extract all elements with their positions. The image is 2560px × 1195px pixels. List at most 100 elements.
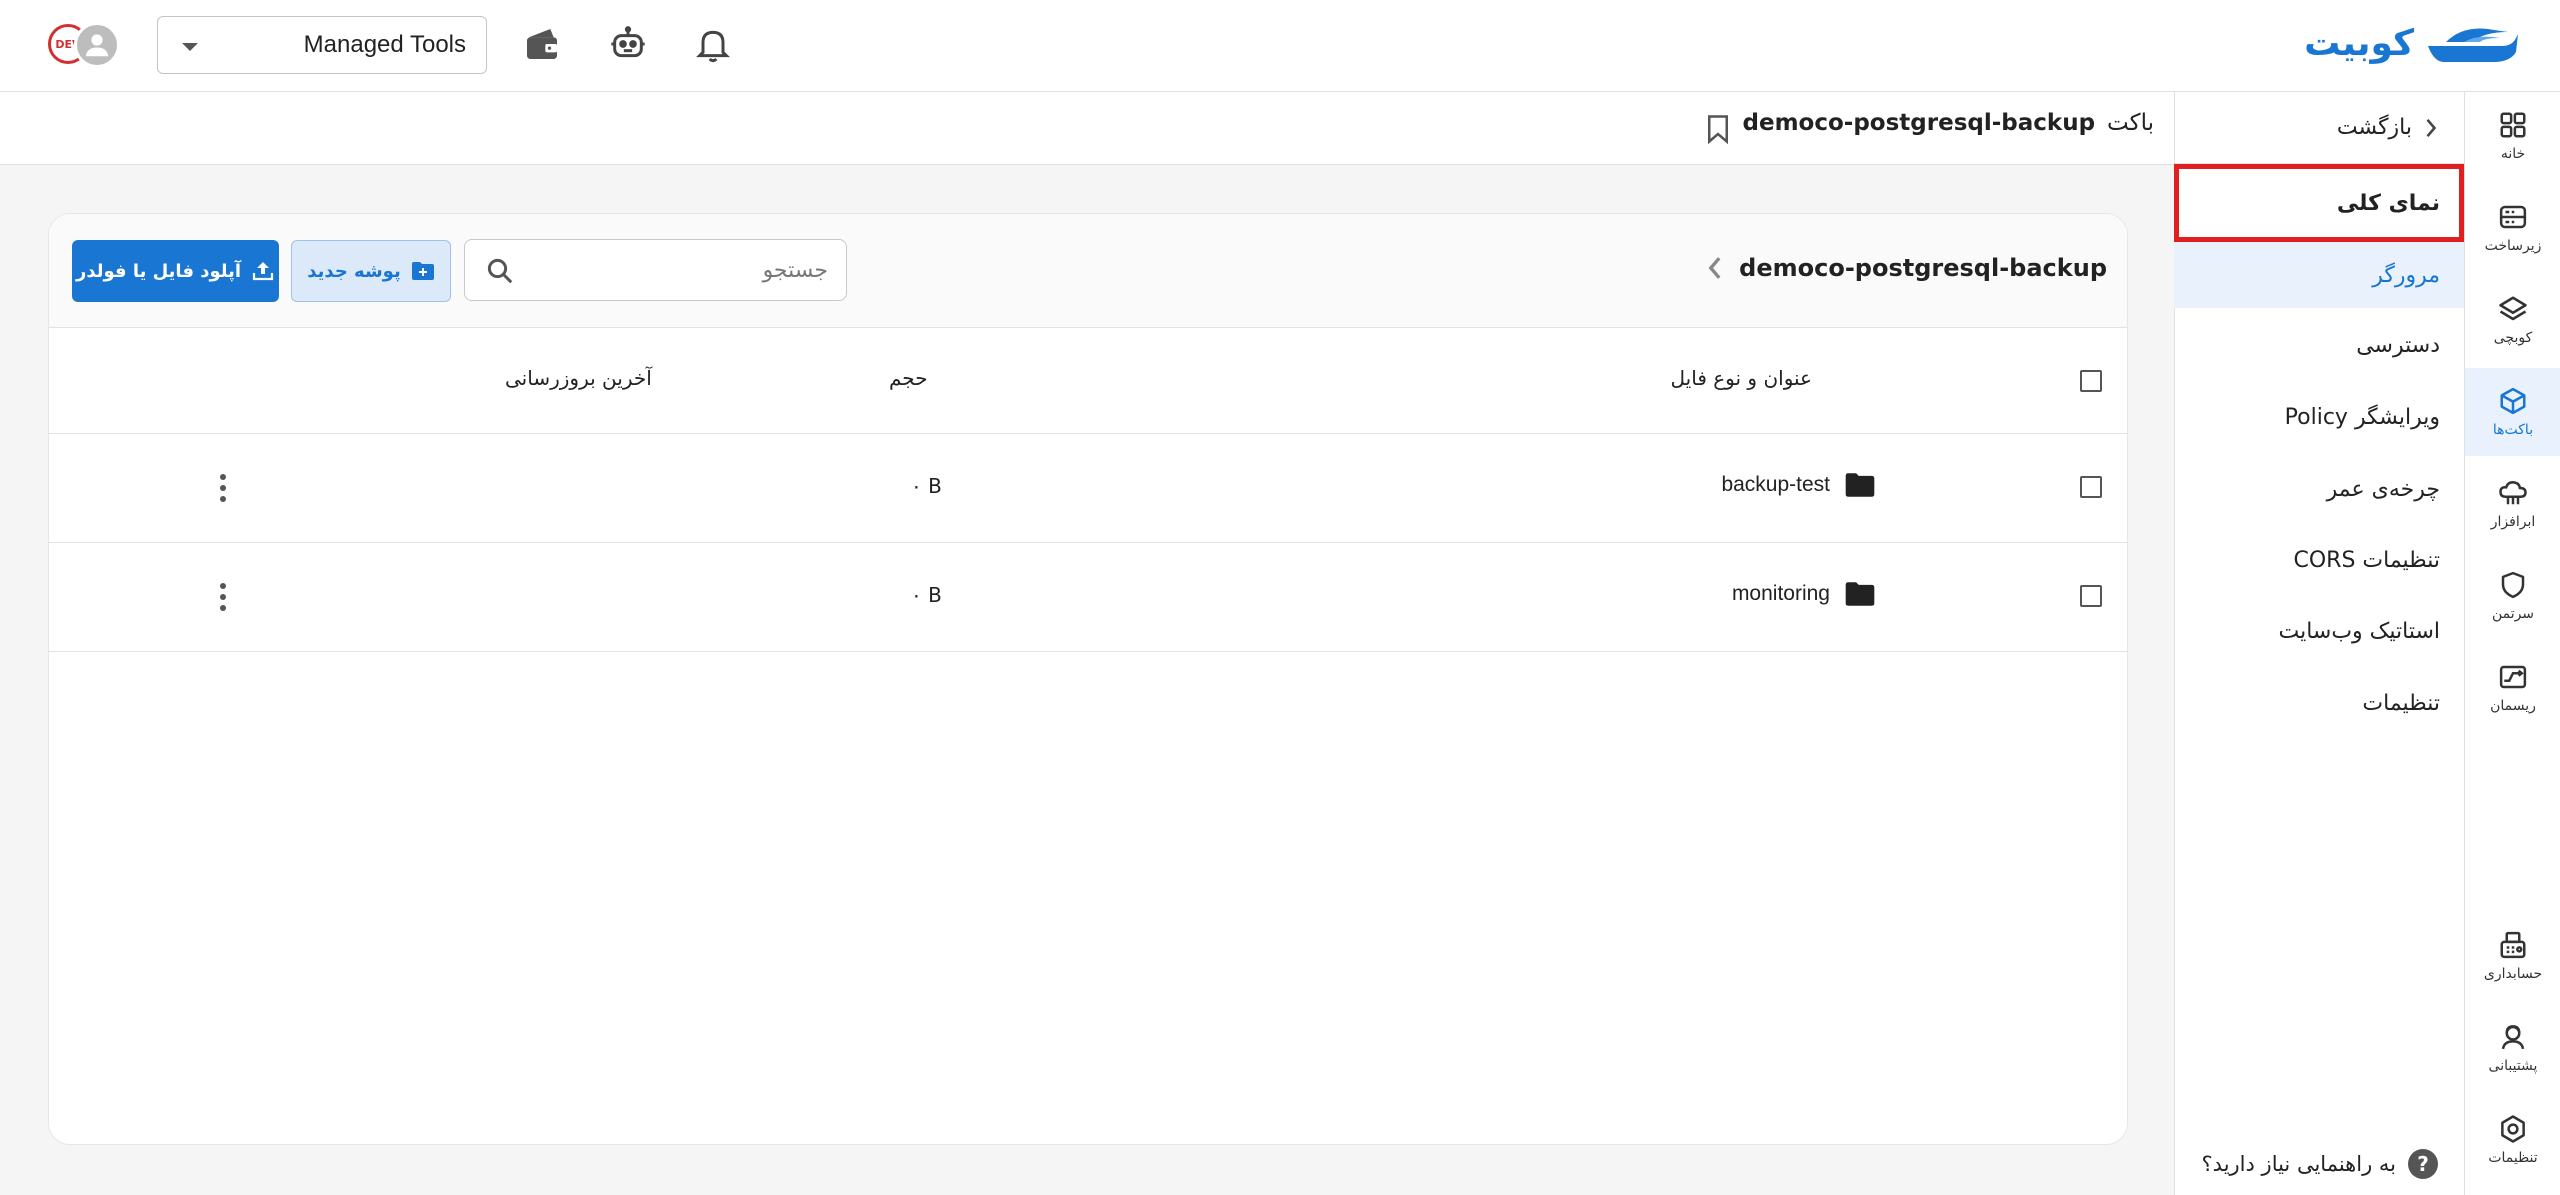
nav-item-label: زیرساخت	[2484, 238, 2542, 254]
nav-item-cloud-app[interactable]: ابرافزار	[2465, 460, 2560, 548]
file-browser-toolbar: democo-postgresql-backup پوشه جدید آپلود…	[49, 214, 2127, 328]
robot-icon	[611, 26, 645, 58]
rope-icon	[2499, 665, 2527, 689]
home-grid-icon	[2500, 112, 2526, 138]
chevron-down-icon	[182, 43, 198, 51]
select-all-checkbox[interactable]	[2080, 370, 2102, 392]
shield-icon	[2501, 571, 2525, 599]
organization-select[interactable]: Managed Tools	[157, 16, 487, 74]
page-title-bucket: democo-postgresql-backup	[1742, 110, 2096, 136]
nav-item-label: باکت‌ها	[2492, 422, 2534, 438]
user-menu[interactable]: DEV	[48, 20, 124, 68]
menu-item-overview[interactable]: نمای کلی	[2174, 164, 2464, 242]
logo[interactable]: کوبیت	[2304, 18, 2520, 68]
nav-item-buckets[interactable]: باکت‌ها	[2465, 368, 2560, 456]
menu-item-lifecycle[interactable]: چرخه‌ی عمر	[2174, 456, 2464, 522]
file-name-cell[interactable]: monitoring	[1732, 581, 1876, 607]
page-title: باکت democo-postgresql-backup	[1743, 110, 2154, 136]
search-icon[interactable]	[485, 256, 515, 286]
nav-item-label: کوبچی	[2493, 330, 2533, 346]
folder-icon	[1845, 473, 1875, 497]
bookmark-button[interactable]	[1703, 112, 1733, 146]
folder-plus-icon	[411, 262, 434, 280]
notifications-button[interactable]	[693, 24, 733, 64]
main-nav-rail: خانه زیرساخت کوبچی باکت‌ها ابرافزار سرتم…	[2464, 92, 2560, 1195]
nav-item-infrastructure[interactable]: زیرساخت	[2465, 184, 2560, 272]
table-row[interactable]: backup-test ۰ B	[49, 434, 2127, 543]
upload-icon	[252, 262, 274, 281]
file-size: ۰ B	[911, 583, 942, 607]
back-label: بازگشت	[2336, 115, 2412, 140]
back-button[interactable]: بازگشت	[2174, 92, 2464, 164]
nav-item-support[interactable]: پشتیبانی	[2465, 1004, 2560, 1092]
breadcrumb: democo-postgresql-backup	[1705, 254, 2107, 282]
page-title-prefix: باکت	[2107, 110, 2154, 136]
table-header: عنوان و نوع فایل حجم آخرین بروزرسانی	[49, 328, 2127, 434]
file-name: backup-test	[1721, 473, 1830, 496]
help-link[interactable]: ? به راهنمایی نیاز دارید؟	[2202, 1149, 2438, 1179]
file-browser-card: democo-postgresql-backup پوشه جدید آپلود…	[48, 213, 2128, 1145]
menu-item-settings[interactable]: تنظیمات	[2174, 670, 2464, 736]
column-header-size[interactable]: حجم	[889, 366, 928, 390]
boat-logo-icon	[2428, 28, 2518, 62]
menu-item-policy-editor[interactable]: ویرایشگر Policy	[2174, 384, 2464, 450]
breadcrumb-current: democo-postgresql-backup	[1739, 254, 2107, 282]
folder-icon	[1845, 582, 1875, 606]
wallet-icon	[527, 29, 557, 59]
upload-button[interactable]: آپلود فایل یا فولدر	[72, 240, 279, 302]
nav-item-label: ریسمان	[2490, 698, 2536, 714]
chevron-right-icon	[2426, 118, 2437, 137]
nav-item-label: خانه	[2500, 146, 2526, 162]
bell-icon	[696, 30, 730, 63]
chevron-left-icon[interactable]	[1705, 254, 1725, 282]
nav-item-label: ابرافزار	[2490, 514, 2536, 530]
organization-select-value: Managed Tools	[303, 31, 466, 58]
ai-assistant-button[interactable]	[608, 24, 648, 64]
menu-item-cors-settings[interactable]: تنظیمات CORS	[2174, 527, 2464, 593]
server-icon	[2499, 205, 2527, 229]
nav-item-label: پشتیبانی	[2488, 1058, 2538, 1074]
help-text: به راهنمایی نیاز دارید؟	[2201, 1152, 2396, 1176]
menu-item-access[interactable]: دسترسی	[2174, 312, 2464, 378]
logo-text: کوبیت	[2304, 22, 2414, 64]
nav-item-label: تنظیمات	[2488, 1150, 2538, 1166]
accounting-icon	[2500, 931, 2526, 959]
nav-item-risman[interactable]: ریسمان	[2465, 644, 2560, 732]
nav-item-home[interactable]: خانه	[2465, 92, 2560, 180]
layers-icon	[2499, 296, 2527, 321]
search-box	[464, 239, 847, 301]
nav-item-kubchi[interactable]: کوبچی	[2465, 276, 2560, 364]
new-folder-button[interactable]: پوشه جدید	[291, 240, 451, 302]
nav-item-label: حسابداری	[2483, 966, 2543, 982]
search-input[interactable]	[538, 253, 828, 287]
upload-label: آپلود فایل یا فولدر	[75, 260, 242, 282]
nav-item-accounting[interactable]: حسابداری	[2465, 912, 2560, 1000]
avatar[interactable]	[74, 22, 120, 68]
file-name-cell[interactable]: backup-test	[1721, 472, 1876, 498]
menu-item-static-website[interactable]: استاتیک وب‌سایت	[2174, 598, 2464, 664]
page-title-bar: باکت democo-postgresql-backup	[0, 92, 2174, 165]
bucket-submenu: بازگشت نمای کلی مرورگر دسترسی ویرایشگر P…	[2174, 92, 2464, 1195]
cloud-app-icon	[2499, 481, 2527, 505]
row-actions-icon[interactable]	[213, 470, 233, 506]
cube-icon	[2500, 387, 2526, 415]
column-header-name[interactable]: عنوان و نوع فایل	[1671, 366, 1812, 390]
row-actions-icon[interactable]	[213, 579, 233, 615]
column-header-updated[interactable]: آخرین بروزرسانی	[505, 366, 652, 390]
table-row[interactable]: monitoring ۰ B	[49, 543, 2127, 652]
top-header: کوبیت DEV Managed Tools	[0, 0, 2560, 92]
menu-item-browser[interactable]: مرورگر	[2174, 242, 2464, 308]
new-folder-label: پوشه جدید	[307, 260, 401, 282]
row-checkbox[interactable]	[2080, 585, 2102, 607]
nav-item-settings[interactable]: تنظیمات	[2465, 1096, 2560, 1184]
settings-icon	[2501, 1115, 2525, 1143]
file-name: monitoring	[1731, 582, 1830, 605]
help-icon: ?	[2408, 1149, 2438, 1179]
wallet-button[interactable]	[522, 24, 562, 64]
row-checkbox[interactable]	[2080, 476, 2102, 498]
support-icon	[2501, 1025, 2525, 1050]
nav-item-label: سرتمن	[2491, 606, 2535, 622]
bookmark-icon	[1708, 115, 1728, 145]
file-size: ۰ B	[911, 474, 942, 498]
nav-item-sartaman[interactable]: سرتمن	[2465, 552, 2560, 640]
